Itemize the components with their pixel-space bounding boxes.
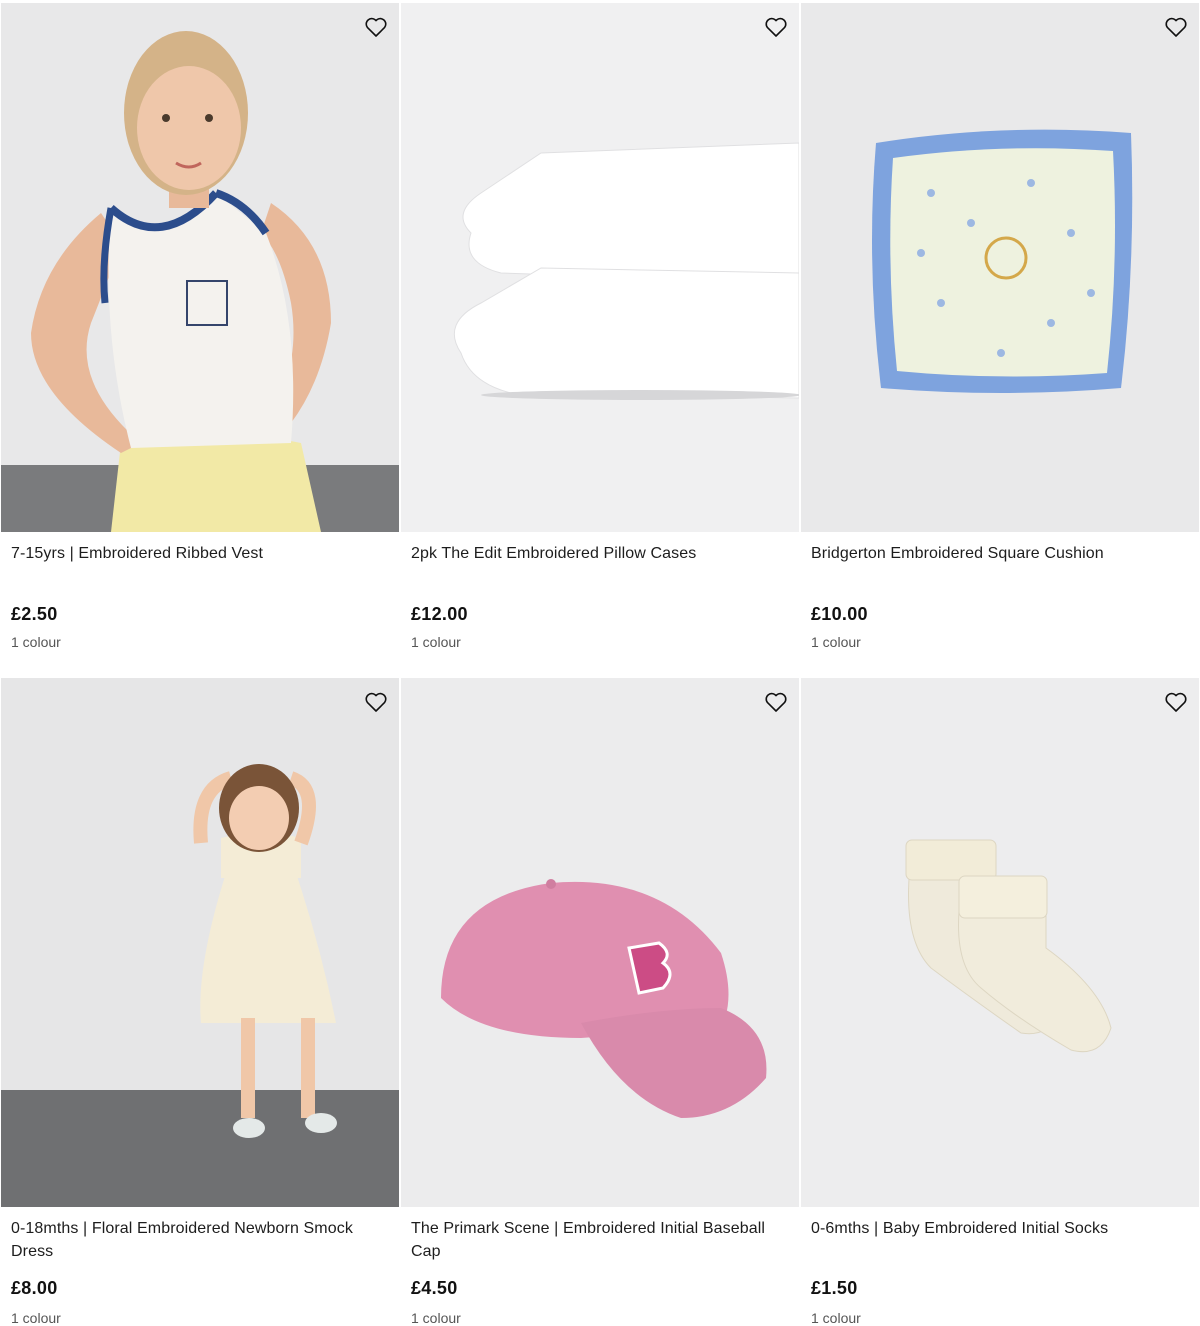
heart-outline-icon bbox=[1165, 17, 1187, 37]
product-price: £4.50 bbox=[411, 1278, 458, 1298]
product-image[interactable] bbox=[1, 678, 399, 1207]
product-info: 2pk The Edit Embroidered Pillow Cases £1… bbox=[411, 542, 791, 650]
product-card[interactable]: The Primark Scene | Embroidered Initial … bbox=[401, 678, 799, 1326]
product-price: £10.00 bbox=[811, 604, 868, 624]
baby-socks-image bbox=[801, 678, 1199, 1207]
product-card[interactable]: 7-15yrs | Embroidered Ribbed Vest £2.50 … bbox=[1, 3, 399, 673]
product-info: 0-18mths | Floral Embroidered Newborn Sm… bbox=[11, 1217, 391, 1326]
product-price: £8.00 bbox=[11, 1278, 58, 1298]
product-title[interactable]: Bridgerton Embroidered Square Cushion bbox=[811, 542, 1191, 588]
wishlist-button[interactable] bbox=[763, 15, 789, 39]
heart-outline-icon bbox=[1165, 692, 1187, 712]
girl-in-vest-image bbox=[1, 3, 399, 532]
toddler-in-dress-image bbox=[1, 678, 399, 1207]
product-image[interactable] bbox=[801, 3, 1199, 532]
product-card[interactable]: 0-18mths | Floral Embroidered Newborn Sm… bbox=[1, 678, 399, 1326]
colour-count: 1 colour bbox=[11, 634, 61, 650]
wishlist-button[interactable] bbox=[1163, 15, 1189, 39]
wishlist-button[interactable] bbox=[763, 690, 789, 714]
wishlist-button[interactable] bbox=[363, 15, 389, 39]
heart-outline-icon bbox=[365, 17, 387, 37]
colour-count: 1 colour bbox=[811, 634, 861, 650]
baseball-cap-image bbox=[401, 678, 799, 1207]
product-info: 0-6mths | Baby Embroidered Initial Socks… bbox=[811, 1217, 1191, 1326]
product-title[interactable]: 2pk The Edit Embroidered Pillow Cases bbox=[411, 542, 791, 588]
product-info: The Primark Scene | Embroidered Initial … bbox=[411, 1217, 791, 1326]
product-card[interactable]: 2pk The Edit Embroidered Pillow Cases £1… bbox=[401, 3, 799, 673]
product-image[interactable] bbox=[401, 678, 799, 1207]
product-title[interactable]: 0-6mths | Baby Embroidered Initial Socks bbox=[811, 1217, 1191, 1263]
product-info: 7-15yrs | Embroidered Ribbed Vest £2.50 … bbox=[11, 542, 391, 650]
product-image[interactable] bbox=[401, 3, 799, 532]
product-title[interactable]: The Primark Scene | Embroidered Initial … bbox=[411, 1217, 791, 1263]
colour-count: 1 colour bbox=[411, 634, 461, 650]
product-image[interactable] bbox=[801, 678, 1199, 1207]
cushion-image bbox=[801, 3, 1199, 532]
product-card[interactable]: Bridgerton Embroidered Square Cushion £1… bbox=[801, 3, 1199, 673]
product-info: Bridgerton Embroidered Square Cushion £1… bbox=[811, 542, 1191, 650]
product-title[interactable]: 7-15yrs | Embroidered Ribbed Vest bbox=[11, 542, 391, 588]
heart-outline-icon bbox=[765, 17, 787, 37]
pillow-cases-image bbox=[401, 3, 799, 532]
heart-outline-icon bbox=[765, 692, 787, 712]
heart-outline-icon bbox=[365, 692, 387, 712]
wishlist-button[interactable] bbox=[1163, 690, 1189, 714]
product-price: £2.50 bbox=[11, 604, 58, 624]
product-image[interactable] bbox=[1, 3, 399, 532]
product-price: £1.50 bbox=[811, 1278, 858, 1298]
product-grid: 7-15yrs | Embroidered Ribbed Vest £2.50 … bbox=[0, 0, 1200, 1326]
product-title[interactable]: 0-18mths | Floral Embroidered Newborn Sm… bbox=[11, 1217, 391, 1263]
product-card[interactable]: 0-6mths | Baby Embroidered Initial Socks… bbox=[801, 678, 1199, 1326]
product-price: £12.00 bbox=[411, 604, 468, 624]
wishlist-button[interactable] bbox=[363, 690, 389, 714]
